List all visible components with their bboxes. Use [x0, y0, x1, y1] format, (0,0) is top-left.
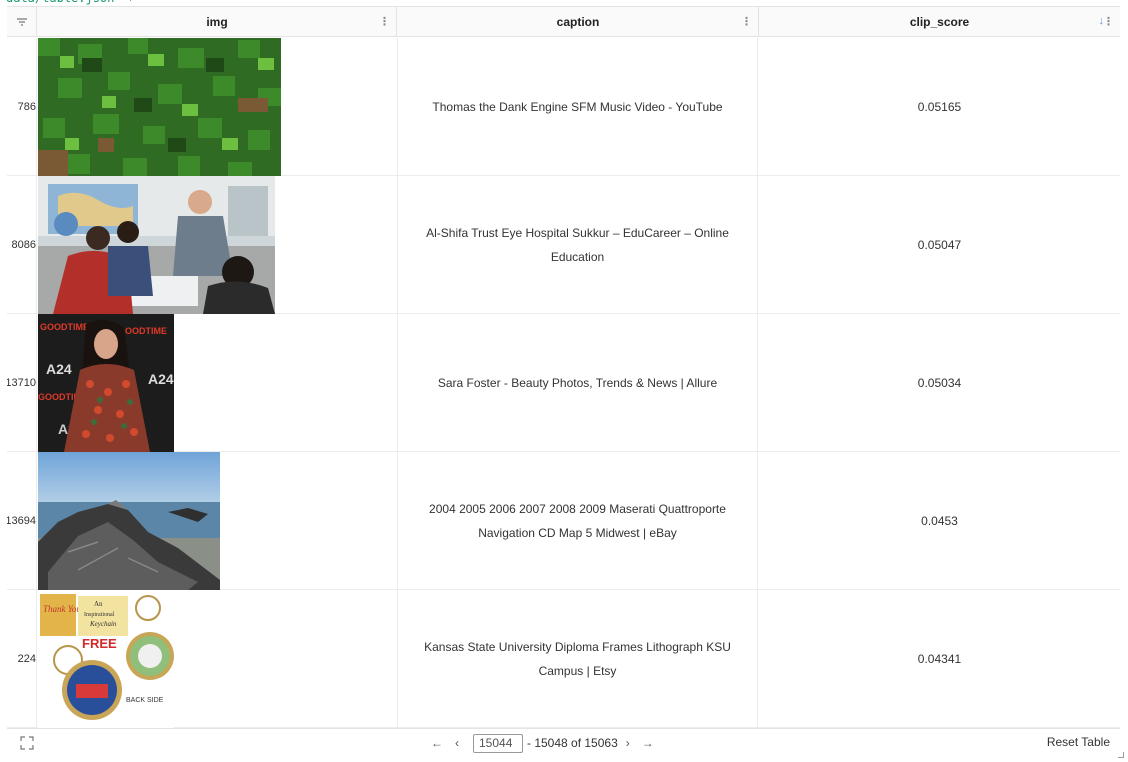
- clip-score-cell: 0.04341: [917, 652, 962, 666]
- row-index: 224: [7, 590, 37, 728]
- data-table: img ⋮ caption ⋮ clip_score ↓ ⋮ 786 Thoma…: [7, 6, 1120, 728]
- image-cell[interactable]: [38, 176, 397, 314]
- image-cell[interactable]: [38, 38, 397, 176]
- page-input[interactable]: [473, 733, 523, 753]
- reset-table-button[interactable]: Reset Table: [1047, 735, 1110, 749]
- column-menu-icon[interactable]: ⋮: [741, 16, 752, 28]
- pagination: ← ‹ - 15048 of 15063 › →: [427, 733, 658, 753]
- resize-handle[interactable]: [1118, 752, 1124, 758]
- column-menu-icon[interactable]: ⋮: [379, 16, 390, 28]
- last-page-button[interactable]: →: [638, 736, 658, 750]
- filter-icon[interactable]: [7, 7, 37, 37]
- image-cell[interactable]: GOODTIME GOODTIME A24 A24 GOODTIME A24: [38, 314, 397, 452]
- row-index: 13694: [7, 452, 37, 590]
- keychain-free-text: FREE: [82, 636, 117, 651]
- row-index: 8086: [7, 176, 37, 314]
- photo-text-goodtime: GOODTIME: [40, 322, 89, 332]
- clip-score-cell: 0.05165: [917, 100, 962, 114]
- table-row[interactable]: 13694 2004 2005 2006 2007 2008 2009 Mase…: [7, 452, 1120, 590]
- row-index: 13710: [7, 314, 37, 452]
- photo-text-a24: A24: [148, 371, 174, 387]
- caption-cell: Sara Foster - Beauty Photos, Trends & Ne…: [398, 314, 758, 452]
- image-cell[interactable]: Thank You An Inspirational Keychain FREE…: [38, 590, 397, 728]
- row-image: Thank You An Inspirational Keychain FREE…: [38, 590, 174, 728]
- photo-text-a24: A24: [46, 361, 72, 377]
- keychain-card-line: Keychain: [89, 620, 117, 628]
- table-row[interactable]: 8086 Al-Shifa Trust Eye Hospital Sukkur …: [7, 176, 1120, 314]
- caption-cell: 2004 2005 2006 2007 2008 2009 Maserati Q…: [398, 452, 758, 590]
- keychain-card-line: Inspirational: [84, 612, 115, 618]
- next-page-button[interactable]: ›: [618, 736, 638, 750]
- keychain-thank-text: Thank You: [43, 604, 81, 614]
- clip-score-cell: 0.0453: [921, 514, 958, 528]
- keychain-back-text: BACK SIDE: [126, 697, 164, 704]
- caption-cell: Al-Shifa Trust Eye Hospital Sukkur – Edu…: [398, 176, 758, 314]
- table-row[interactable]: 786 Thomas the Dank Engine SFM Music Vid…: [7, 38, 1120, 176]
- table-row[interactable]: 224 Thank You An Inspirational Keychain …: [7, 590, 1120, 728]
- keychain-card-line: An: [94, 600, 103, 608]
- clip-score-cell: 0.05047: [917, 238, 962, 252]
- column-header-clip-score[interactable]: clip_score ↓ ⋮: [759, 7, 1120, 37]
- image-cell[interactable]: [38, 452, 397, 590]
- first-page-button[interactable]: ←: [427, 736, 447, 750]
- table-header: img ⋮ caption ⋮ clip_score ↓ ⋮: [7, 7, 1120, 37]
- prev-page-button[interactable]: ‹: [447, 736, 467, 750]
- row-index: 786: [7, 38, 37, 176]
- column-header-label: caption: [556, 15, 600, 29]
- column-header-label: clip_score: [909, 15, 970, 29]
- column-header-caption[interactable]: caption ⋮: [398, 7, 759, 37]
- column-header-label: img: [206, 15, 228, 29]
- caption-cell: Thomas the Dank Engine SFM Music Video -…: [398, 38, 758, 176]
- table-footer: ← ‹ - 15048 of 15063 › → Reset Table: [7, 728, 1120, 756]
- column-header-img[interactable]: img ⋮: [38, 7, 397, 37]
- photo-text-goodtime: GOODTIME: [118, 326, 167, 336]
- row-image: [38, 176, 275, 314]
- column-menu-icon[interactable]: ⋮: [1103, 16, 1114, 28]
- caption-cell: Kansas State University Diploma Frames L…: [398, 590, 758, 728]
- row-image: [38, 38, 281, 176]
- page-range-text: - 15048 of 15063: [527, 736, 618, 750]
- table-row[interactable]: 13710 GOODTIME GOODTIME A24 A24 GOODTIME…: [7, 314, 1120, 452]
- row-image: [38, 452, 220, 590]
- clip-score-cell: 0.05034: [917, 376, 962, 390]
- code-fragment: data/table.json ›: [6, 0, 135, 5]
- fullscreen-icon[interactable]: [19, 735, 35, 751]
- row-image: GOODTIME GOODTIME A24 A24 GOODTIME A24: [38, 314, 174, 452]
